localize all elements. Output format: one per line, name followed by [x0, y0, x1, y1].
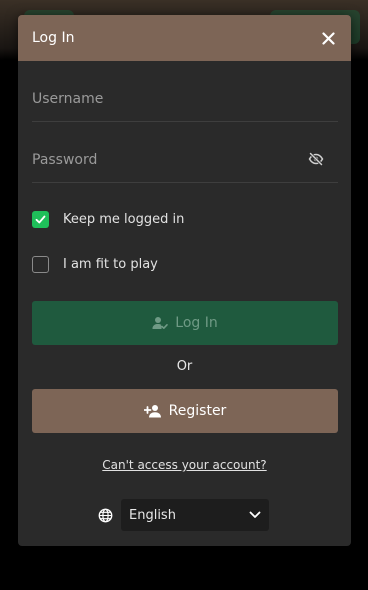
user-check-icon — [152, 317, 169, 329]
keep-logged-in-box[interactable] — [32, 211, 49, 228]
login-button-label: Log In — [175, 315, 218, 331]
password-field — [32, 137, 338, 183]
language-select[interactable]: English — [121, 499, 269, 531]
eye-slash-icon — [308, 152, 324, 166]
keep-logged-in-label: Keep me logged in — [63, 212, 185, 227]
modal-title: Log In — [32, 30, 75, 46]
check-icon — [35, 215, 46, 224]
language-select-value: English — [129, 507, 176, 523]
close-icon — [321, 31, 335, 45]
username-input[interactable] — [32, 90, 338, 107]
chevron-down-icon — [249, 511, 261, 518]
user-plus-icon — [143, 405, 161, 418]
account-recovery-link[interactable]: Can't access your account? — [18, 458, 351, 472]
modal-header: Log In — [18, 15, 351, 61]
close-button[interactable] — [317, 27, 339, 49]
fit-to-play-checkbox[interactable]: I am fit to play — [32, 256, 158, 273]
username-field — [32, 76, 338, 122]
password-input[interactable] — [32, 151, 302, 168]
language-selector-row: English — [98, 499, 269, 531]
login-button[interactable]: Log In — [32, 301, 338, 345]
password-visibility-toggle[interactable] — [308, 151, 326, 169]
register-button-label: Register — [168, 403, 227, 419]
fit-to-play-box[interactable] — [32, 256, 49, 273]
register-button[interactable]: Register — [32, 389, 338, 433]
keep-logged-in-checkbox[interactable]: Keep me logged in — [32, 211, 184, 228]
login-modal: Log In Keep me logged in — [18, 15, 351, 546]
or-divider: Or — [176, 359, 193, 374]
fit-to-play-label: I am fit to play — [63, 257, 158, 272]
globe-icon — [98, 508, 113, 522]
